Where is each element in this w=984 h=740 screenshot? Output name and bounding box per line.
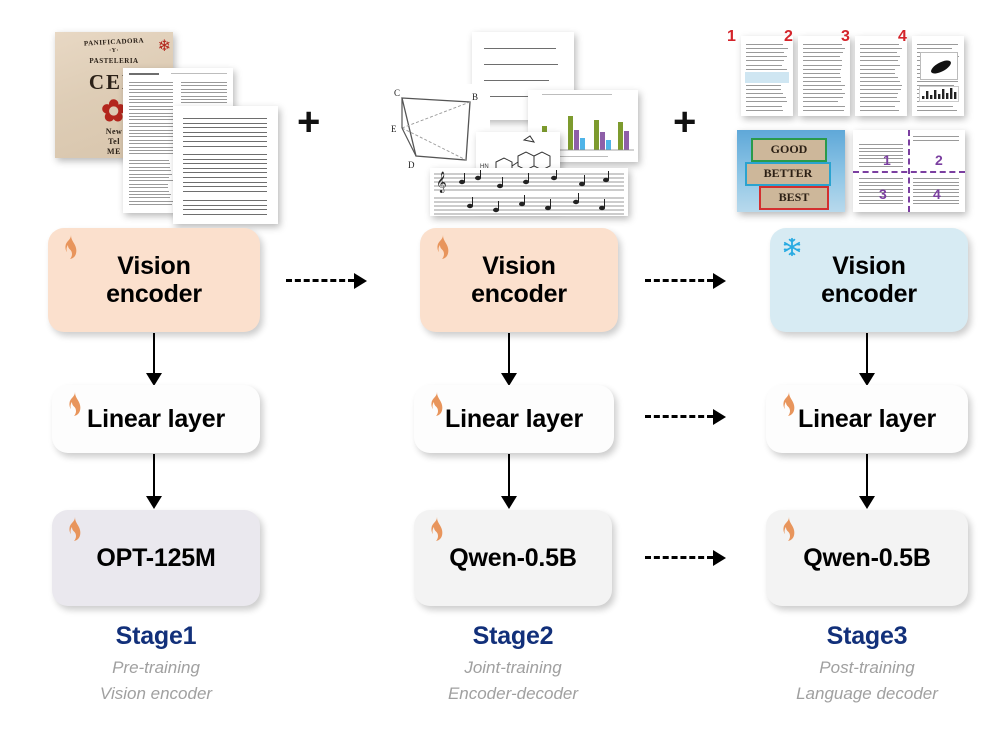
signpost-better: BETTER [745,162,831,186]
svg-text:C: C [394,88,400,98]
stage1-linear-to-model-head [146,496,162,509]
plus-sign-2: + [673,102,696,142]
stage3-linear-to-model-head [859,496,875,509]
flame-icon [63,391,85,417]
stage3-model-label: Qwen-0.5B [803,544,930,572]
page-number-badge-3: 3 [841,28,850,46]
stage3-input-thumbnails: 1 2 3 4 GOOD BETTER BEST 1 2 3 4 [737,32,967,222]
flame-icon [777,391,799,417]
svg-text:E: E [391,124,397,134]
stage3-subtitle: Post-training Language decoder [744,655,984,708]
stage3-title: Stage3 [766,622,968,651]
model-arrow-2-to-3 [645,556,713,559]
geometry-diagram-thumbnail: C B E D [388,84,490,172]
stage1-input-thumbnails: PANIFICADORA ·Y· PASTELERIA CEN ✿ New Te… [45,28,285,223]
stage3-linear-layer-label: Linear layer [798,405,936,433]
encoder-arrow-2-to-3-head [713,273,726,289]
sheet-music-thumbnail: 𝄞 [430,168,628,216]
stage1-linear-layer-box[interactable]: Linear layer [52,385,260,453]
stage3-linear-to-model-arrow [866,454,868,498]
quadrant-page-thumbnail: 1 2 3 4 [853,130,965,212]
pipeline-diagram: PANIFICADORA ·Y· PASTELERIA CEN ✿ New Te… [0,0,984,740]
linear-arrow-2-to-3 [645,415,713,418]
stage2-linear-to-model-head [501,496,517,509]
model-arrow-2-to-3-head [713,550,726,566]
flame-icon [63,516,85,542]
quadrant-number-1: 1 [883,152,891,168]
stage1-vision-encoder-box[interactable]: Vision encoder [48,228,260,332]
flame-icon [431,234,453,260]
stage3-linear-layer-box[interactable]: Linear layer [766,385,968,453]
chinese-text-page-thumbnail [173,106,278,224]
sheet-music-svg: 𝄞 [430,168,628,216]
stage1-title: Stage1 [52,622,260,651]
stage2-input-thumbnails: C B E D HN 𝄞 [388,28,638,223]
plus-sign-1: + [297,102,320,142]
page-number-badge-2: 2 [784,28,793,46]
encoder-arrow-1-to-2 [286,279,354,282]
stage1-linear-layer-label: Linear layer [87,405,225,433]
stage1-subtitle: Pre-training Vision encoder [32,655,280,708]
stage1-linear-to-model-arrow [153,454,155,498]
signpost-good: GOOD [751,138,827,162]
stage2-model-box[interactable]: Qwen-0.5B [414,510,612,606]
stage3-vision-encoder-box[interactable]: Vision encoder [770,228,968,332]
linear-arrow-2-to-3-head [713,409,726,425]
geometry-svg: C B E D [388,84,490,172]
stage2-model-label: Qwen-0.5B [449,544,576,572]
svg-text:𝄞: 𝄞 [436,172,447,193]
flame-icon [777,516,799,542]
stage1-encoder-to-linear-arrow [153,333,155,375]
encoder-arrow-2-to-3 [645,279,713,282]
poster-line-1: PANIFICADORA [55,35,173,49]
stage1-model-label: OPT-125M [96,544,215,572]
svg-text:B: B [472,92,478,102]
flame-icon [59,234,81,260]
signpost-best: BEST [759,186,829,210]
flame-icon [425,516,447,542]
svg-text:D: D [408,160,415,170]
encoder-arrow-1-to-2-head [354,273,367,289]
stage2-linear-layer-label: Linear layer [445,405,583,433]
stage3-encoder-to-linear-arrow [866,333,868,375]
snowflake-icon [781,234,803,260]
stage2-linear-layer-box[interactable]: Linear layer [414,385,614,453]
quadrant-number-4: 4 [933,186,941,202]
quadrant-number-3: 3 [879,186,887,202]
stage2-vision-encoder-box[interactable]: Vision encoder [420,228,618,332]
quadrant-number-2: 2 [935,152,943,168]
page-number-badge-4: 4 [898,28,907,46]
stage2-title: Stage2 [414,622,612,651]
stage2-encoder-to-linear-arrow [508,333,510,375]
stage2-vision-encoder-label: Vision encoder [471,252,567,308]
flame-icon [425,391,447,417]
stage3-model-box[interactable]: Qwen-0.5B [766,510,968,606]
stage3-vision-encoder-label: Vision encoder [821,252,917,308]
stage2-subtitle: Joint-training Encoder-decoder [394,655,632,708]
poster-line-3: PASTELERIA [55,57,173,65]
poster-line-2: ·Y· [55,48,173,54]
stage1-vision-encoder-label: Vision encoder [106,252,202,308]
signpost-photo-thumbnail: GOOD BETTER BEST [737,130,845,212]
page-number-badge-1: 1 [727,28,736,46]
stage2-linear-to-model-arrow [508,454,510,498]
stage1-model-box[interactable]: OPT-125M [52,510,260,606]
